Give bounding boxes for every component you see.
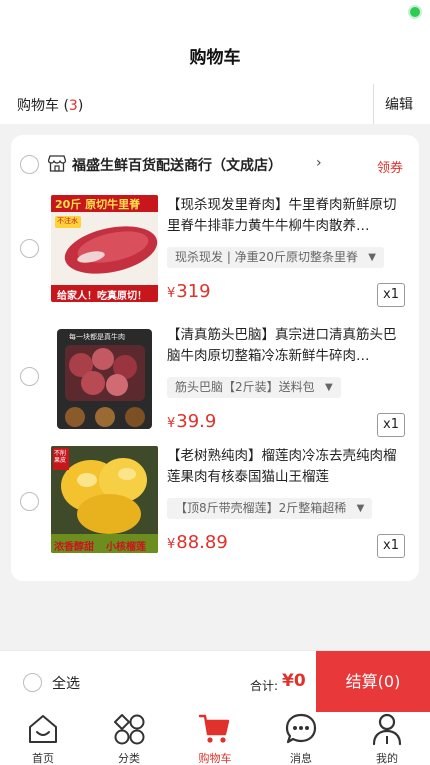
product-title[interactable]: 【老树熟纯肉】榴莲肉冷冻去壳纯肉榴莲果肉有核泰国猫山王榴莲 xyxy=(167,446,405,488)
total-label: 合计: xyxy=(250,679,279,693)
store-cart-card: 福盛生鲜百货配送商行（文成店） › 领券 20斤 原切牛里脊 不注水 给家人！吃… xyxy=(11,135,419,581)
category-icon xyxy=(114,714,145,745)
edit-button[interactable]: 编辑 xyxy=(385,94,413,114)
chevron-down-icon: ▼ xyxy=(356,503,365,514)
thumb-banner-text: 每一块都是真牛肉 xyxy=(69,333,125,341)
chevron-right-icon[interactable]: › xyxy=(316,155,322,171)
product-price: ¥39.9 xyxy=(167,411,217,432)
thumb-footer-left: 浓香醇甜 xyxy=(54,542,94,553)
tab-label: 我的 xyxy=(376,752,398,765)
tab-label: 消息 xyxy=(290,752,312,765)
store-icon xyxy=(48,155,66,172)
status-bar xyxy=(0,0,430,26)
item-select-radio[interactable] xyxy=(20,239,39,258)
quantity-button[interactable]: x1 xyxy=(377,413,405,437)
thumb-tag-text: 不削果皮 xyxy=(54,450,67,464)
status-dot-icon xyxy=(410,7,420,17)
tab-label: 购物车 xyxy=(198,752,232,765)
select-all-label[interactable]: 全选 xyxy=(52,673,80,693)
item-select-radio[interactable] xyxy=(20,492,39,511)
page-title: 购物车 xyxy=(189,47,241,68)
thumb-tag-text: 不注水 xyxy=(57,217,78,225)
product-thumbnail[interactable]: 每一块都是真牛肉 xyxy=(51,325,158,432)
store-select-radio[interactable] xyxy=(20,155,39,174)
quantity-button[interactable]: x1 xyxy=(377,283,405,307)
page-header: 购物车 xyxy=(0,26,430,84)
profile-icon xyxy=(372,713,402,746)
cart-item: 不削果皮 浓香醇甜 小核榴莲 【老树熟纯肉】榴莲肉冷冻去壳纯肉榴莲果肉有核泰国猫… xyxy=(11,446,419,564)
cart-count-label: 购物车 (3) xyxy=(17,98,84,114)
cart-subbar: 购物车 (3) 编辑 xyxy=(0,84,430,124)
product-thumbnail[interactable]: 20斤 原切牛里脊 不注水 给家人！吃真原切！ xyxy=(51,195,158,302)
cart-icon xyxy=(198,714,230,743)
cart-item: 20斤 原切牛里脊 不注水 给家人！吃真原切！ 【现杀现发里脊肉】牛里脊肉新鲜原… xyxy=(11,195,419,313)
quantity-button[interactable]: x1 xyxy=(377,534,405,558)
tab-cart[interactable]: 购物车 xyxy=(172,712,258,765)
cart-item: 每一块都是真牛肉 【清真筋头巴脑】真宗进口清真筋头巴脑牛肉原切整箱冷冻新鲜牛碎肉… xyxy=(11,325,419,443)
home-icon xyxy=(29,715,57,743)
tab-home[interactable]: 首页 xyxy=(0,712,86,765)
product-price: ¥88.89 xyxy=(167,532,228,553)
thumb-footer-text: 给家人！吃真原切！ xyxy=(57,291,147,302)
checkout-bar: 全选 合计: ¥0 结算(0) xyxy=(0,650,430,713)
total-value: ¥0 xyxy=(282,671,306,691)
store-row: 福盛生鲜百货配送商行（文成店） › 领券 xyxy=(11,149,419,179)
thumb-banner-text: 20斤 原切牛里脊 xyxy=(55,198,141,211)
cart-count: 3 xyxy=(68,98,78,114)
spec-selector[interactable]: 筋头巴脑【2斤装】送料包 ▼ xyxy=(167,377,341,398)
tab-profile[interactable]: 我的 xyxy=(344,712,430,765)
thumb-footer-right: 小核榴莲 xyxy=(106,542,146,553)
spec-selector[interactable]: 【顶8斤带壳榴莲】2斤整箱超稀 ▼ xyxy=(167,498,373,519)
tab-messages[interactable]: 消息 xyxy=(258,712,344,765)
spec-selector[interactable]: 现杀现发 | 净重20斤原切整条里脊 ▼ xyxy=(167,247,384,268)
tab-category[interactable]: 分类 xyxy=(86,712,172,765)
checkout-button[interactable]: 结算(0) xyxy=(316,651,430,713)
store-name[interactable]: 福盛生鲜百货配送商行（文成店） xyxy=(72,155,282,175)
tab-label: 分类 xyxy=(118,752,140,765)
spec-text: 筋头巴脑【2斤装】送料包 xyxy=(175,380,315,394)
tab-label: 首页 xyxy=(32,752,54,765)
bottom-tab-bar: 首页 分类 购物车 消息 我的 xyxy=(0,712,430,765)
subbar-divider xyxy=(373,84,374,124)
spec-text: 现杀现发 | 净重20斤原切整条里脊 xyxy=(175,250,358,264)
coupon-button[interactable]: 领券 xyxy=(377,157,403,176)
product-price: ¥319 xyxy=(167,281,211,302)
chevron-down-icon: ▼ xyxy=(368,252,376,263)
product-title[interactable]: 【现杀现发里脊肉】牛里脊肉新鲜原切里脊牛排菲力黄牛牛柳牛肉散养… xyxy=(167,195,405,237)
message-icon xyxy=(285,713,317,744)
item-select-radio[interactable] xyxy=(20,367,39,386)
product-thumbnail[interactable]: 不削果皮 浓香醇甜 小核榴莲 xyxy=(51,446,158,553)
chevron-down-icon: ▼ xyxy=(324,382,333,393)
select-all-radio[interactable] xyxy=(23,673,42,692)
product-title[interactable]: 【清真筋头巴脑】真宗进口清真筋头巴脑牛肉原切整箱冷冻新鲜牛碎肉… xyxy=(167,325,405,367)
spec-text: 【顶8斤带壳榴莲】2斤整箱超稀 xyxy=(175,501,347,515)
